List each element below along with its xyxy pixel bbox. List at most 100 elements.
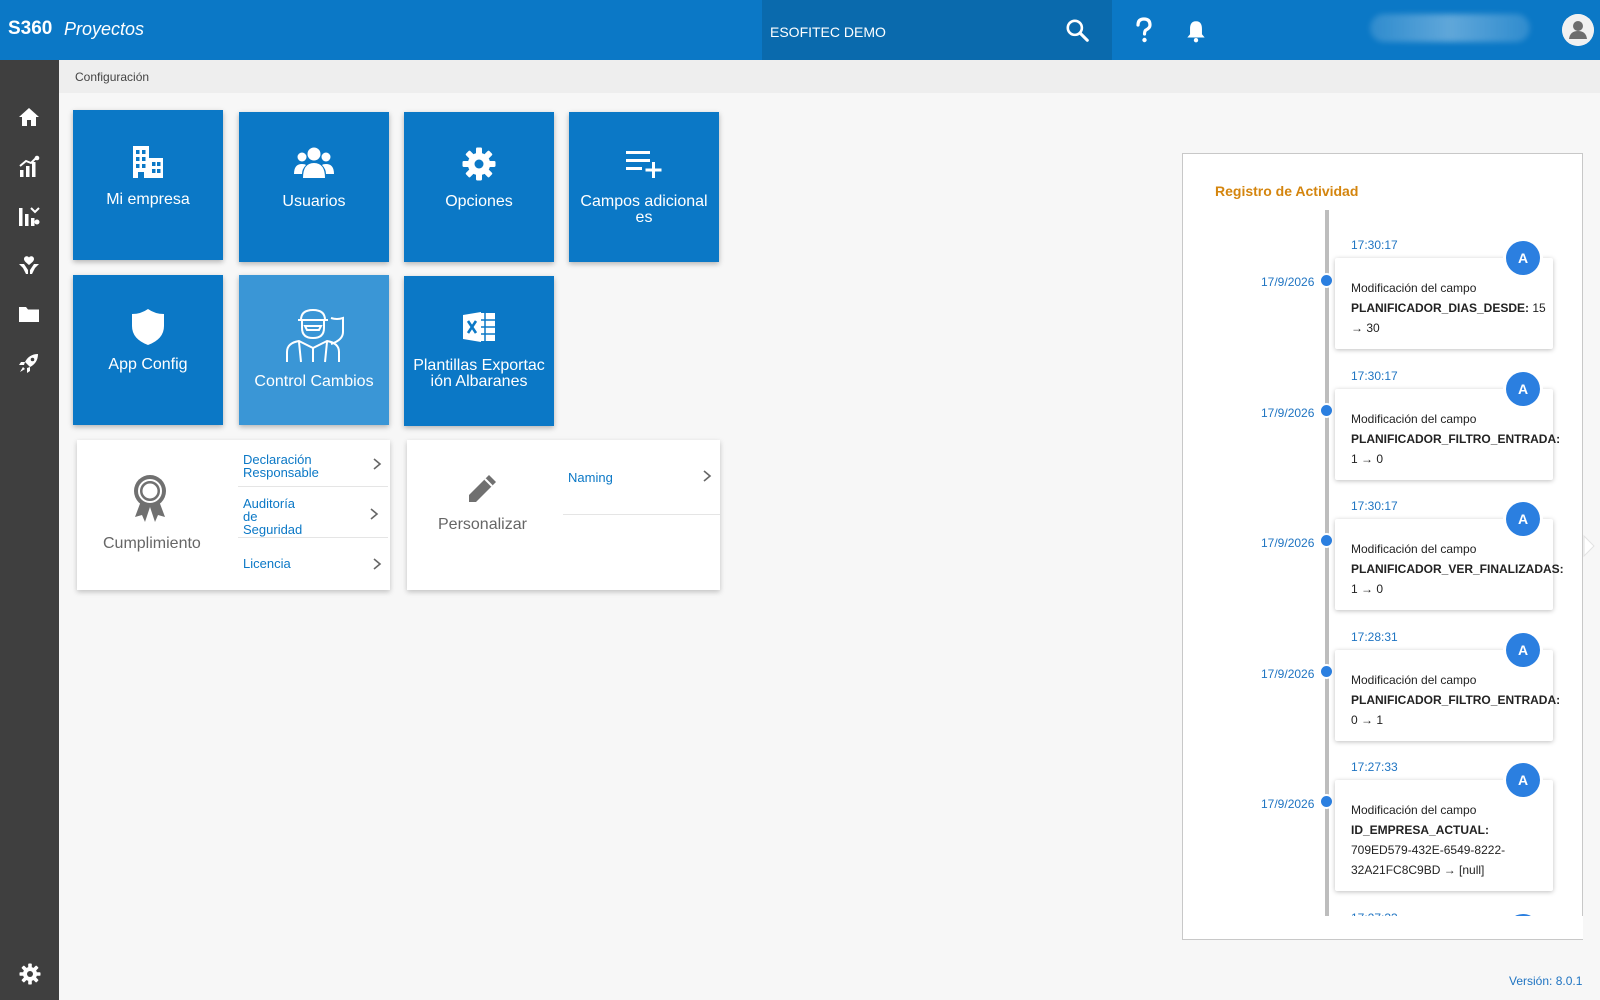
entry-field: ID_EMPRESA_ACTUAL:: [1351, 823, 1490, 837]
entry-text: Modificación del campo PLANIFICADOR_VER_…: [1351, 539, 1564, 599]
entry-change: 0 → 1: [1351, 713, 1384, 727]
help-icon[interactable]: [1132, 16, 1156, 44]
entry-text: Modificación del campo PLANIFICADOR_FILT…: [1351, 409, 1560, 469]
company-name: ESOFITEC DEMO: [770, 24, 886, 40]
card-title: Personalizar: [438, 516, 527, 533]
link-licencia[interactable]: Licencia: [238, 539, 388, 589]
entry-date: 17/9/2026: [1261, 667, 1315, 681]
entry-prefix: Modificación del campo: [1351, 803, 1477, 817]
entry-time: 17:30:17: [1351, 499, 1398, 513]
gear-icon: [462, 147, 496, 181]
entry-avatar: A: [1506, 633, 1540, 667]
chart-icon[interactable]: [17, 155, 41, 179]
tile-app-config[interactable]: App Config: [73, 275, 223, 425]
tile-label: Campos adicionales: [580, 193, 708, 226]
tile-campos-adicionales[interactable]: Campos adicionales: [569, 112, 719, 262]
link-label: Auditoría de Seguridad: [243, 496, 303, 537]
tile-label: Mi empresa: [106, 191, 190, 208]
activity-entry[interactable]: Modificación del campo PLANIFICADOR_FILT…: [1335, 372, 1560, 480]
activity-entry[interactable]: Modificación del campo PLANIFICADOR_FILT…: [1335, 633, 1560, 741]
award-icon: [134, 475, 166, 522]
activity-log-panel[interactable]: Registro de Actividad 17:30:17 17/9/2026…: [1182, 153, 1583, 940]
gear-icon[interactable]: [18, 962, 42, 986]
link-label: Licencia: [243, 556, 291, 571]
users-icon: [294, 147, 334, 178]
timeline-dot: [1319, 794, 1334, 809]
company-selector[interactable]: ESOFITEC DEMO: [762, 0, 1112, 60]
tile-mi-empresa[interactable]: Mi empresa: [73, 110, 223, 260]
list-add-icon: [626, 151, 662, 178]
entry-time: 17:27:33: [1351, 760, 1398, 774]
folder-icon[interactable]: [17, 302, 41, 326]
card-cumplimiento: Cumplimiento Declaración Responsable Aud…: [77, 440, 390, 590]
entry-field: PLANIFICADOR_DIAS_DESDE:: [1351, 301, 1530, 315]
entry-avatar: A: [1506, 372, 1540, 406]
breadcrumb[interactable]: Configuración: [75, 70, 149, 84]
search-icon[interactable]: [1064, 17, 1090, 43]
card-title: Cumplimiento: [103, 535, 201, 552]
user-name[interactable]: [1370, 14, 1530, 42]
chevron-right-icon: [370, 508, 379, 520]
link-auditoria-seguridad[interactable]: Auditoría de Seguridad: [238, 488, 388, 538]
worker-icon: [286, 308, 344, 363]
entry-text: Modificación del campo PLANIFICADOR_DIAS…: [1351, 278, 1547, 338]
tile-label: Plantillas Exportación Albaranes: [413, 357, 545, 390]
activity-panel-footer: [1183, 916, 1583, 939]
entry-text: Modificación del campo PLANIFICADOR_FILT…: [1351, 670, 1560, 730]
entry-change: 709ED579-432E-6549-8222-32A21FC8C9BD → […: [1351, 843, 1506, 877]
activity-entry[interactable]: Modificación del campo PLANIFICADOR_DIAS…: [1335, 241, 1553, 349]
product-name: Proyectos: [64, 19, 145, 39]
entry-date: 17/9/2026: [1261, 406, 1315, 420]
top-bar: S360 Proyectos ESOFITEC DEMO: [0, 0, 1600, 60]
entry-prefix: Modificación del campo: [1351, 542, 1477, 556]
entry-avatar: A: [1506, 763, 1540, 797]
entry-date: 17/9/2026: [1261, 275, 1315, 289]
activity-entry[interactable]: Modificación del campo ID_EMPRESA_ACTUAL…: [1335, 763, 1553, 891]
entry-field: PLANIFICADOR_VER_FINALIZADAS:: [1351, 562, 1564, 576]
tile-usuarios[interactable]: Usuarios: [239, 112, 389, 262]
entry-text: Modificación del campo ID_EMPRESA_ACTUAL…: [1351, 800, 1547, 880]
entry-avatar: A: [1506, 502, 1540, 536]
tile-opciones[interactable]: Opciones: [404, 112, 554, 262]
chevron-right-icon[interactable]: [1582, 534, 1596, 558]
bell-icon[interactable]: [1183, 18, 1209, 44]
link-label: Declaración Responsable: [243, 452, 319, 480]
entry-change: 1 → 0: [1351, 452, 1384, 466]
chevron-right-icon: [703, 470, 712, 482]
entry-date: 17/9/2026: [1261, 797, 1315, 811]
brand-logo[interactable]: S360: [8, 18, 52, 40]
timeline-line: [1325, 210, 1329, 917]
bar-chart-icon[interactable]: [17, 204, 41, 228]
entry-time: 17:30:17: [1351, 369, 1398, 383]
entry-prefix: Modificación del campo: [1351, 673, 1477, 687]
entry-time: 17:28:31: [1351, 630, 1398, 644]
tile-label: Opciones: [445, 193, 513, 210]
entry-field: PLANIFICADOR_FILTRO_ENTRADA:: [1351, 693, 1561, 707]
home-icon[interactable]: [17, 105, 41, 129]
tile-label: Usuarios: [282, 193, 346, 210]
timeline-dot: [1319, 403, 1334, 418]
hands-heart-icon[interactable]: [17, 254, 41, 278]
link-naming[interactable]: Naming: [563, 440, 720, 515]
entry-date: 17/9/2026: [1261, 536, 1315, 550]
tile-label: App Config: [108, 356, 188, 373]
pencil-icon: [469, 475, 496, 502]
chevron-right-icon: [373, 558, 382, 570]
entry-change: 1 → 0: [1351, 582, 1384, 596]
version-label: Versión: 8.0.1: [1509, 974, 1583, 988]
entry-time: 17:30:17: [1351, 238, 1398, 252]
breadcrumb-bar: Configuración: [59, 60, 1600, 93]
chevron-right-icon: [373, 458, 382, 470]
tile-control-cambios[interactable]: Control Cambios: [239, 275, 389, 425]
link-label: Naming: [568, 470, 613, 485]
link-declaracion-responsable[interactable]: Declaración Responsable: [238, 440, 388, 487]
activity-entry[interactable]: Modificación del campo PLANIFICADOR_VER_…: [1335, 502, 1564, 610]
building-icon: [133, 146, 163, 178]
user-avatar-icon[interactable]: [1562, 14, 1594, 46]
rocket-icon[interactable]: [17, 351, 41, 375]
entry-avatar: A: [1506, 241, 1540, 275]
timeline-dot: [1319, 664, 1334, 679]
card-personalizar: Personalizar Naming: [407, 440, 720, 590]
tile-plantillas[interactable]: Plantillas Exportación Albaranes: [404, 276, 554, 426]
timeline-dot: [1319, 533, 1334, 548]
